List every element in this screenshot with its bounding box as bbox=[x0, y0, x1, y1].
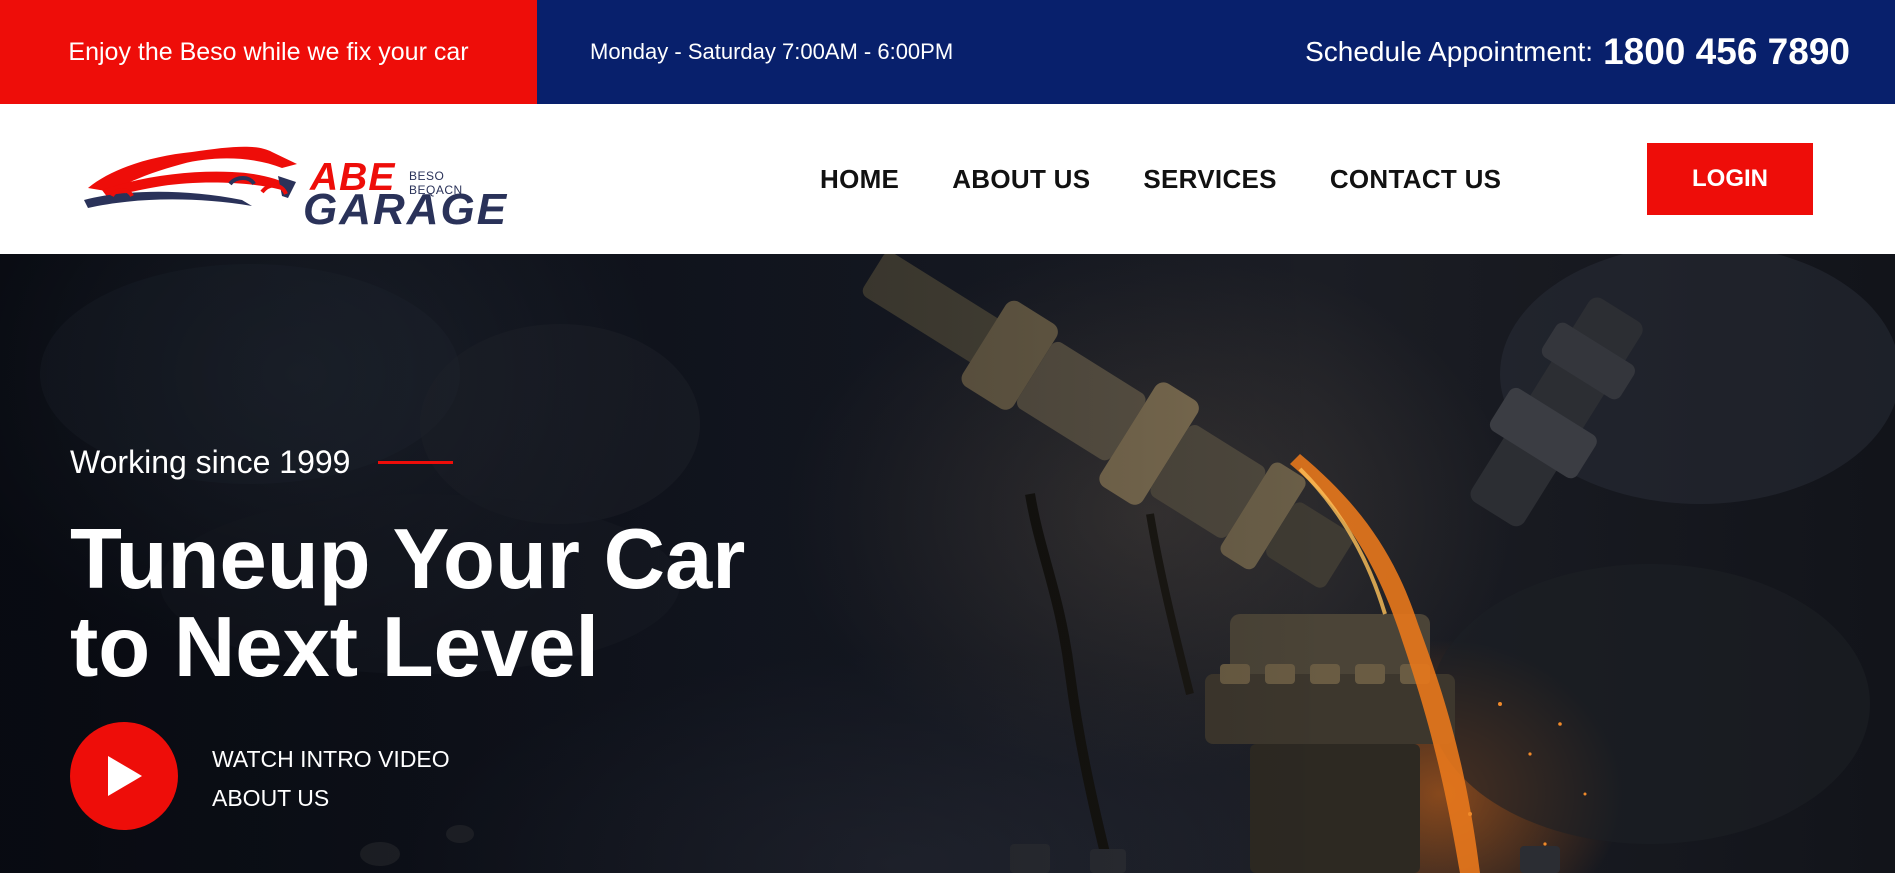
hero-title: Tuneup Your Car to Next Level bbox=[70, 516, 970, 692]
nav-home[interactable]: HOME bbox=[820, 164, 899, 195]
business-hours: Monday - Saturday 7:00AM - 6:00PM bbox=[590, 39, 954, 64]
tagline-accent-line bbox=[378, 461, 454, 464]
promo-text: Enjoy the Beso while we fix your car bbox=[68, 37, 469, 66]
site-header: ABE BESO BEQACN GARAGE HOME ABOUT US SER… bbox=[0, 104, 1895, 254]
hero-tagline: Working since 1999 bbox=[70, 444, 351, 480]
logo-garage-text: GARAGE bbox=[303, 185, 509, 234]
schedule-appointment: Schedule Appointment: 1800 456 7890 bbox=[1305, 0, 1850, 104]
hero-tagline-row: Working since 1999 bbox=[70, 444, 454, 481]
play-icon bbox=[108, 756, 142, 796]
video-label-line-2: ABOUT US bbox=[212, 785, 330, 811]
top-bar: Enjoy the Beso while we fix your car Mon… bbox=[0, 0, 1895, 104]
hero-title-line-1: Tuneup Your Car bbox=[70, 512, 746, 607]
nav-services[interactable]: SERVICES bbox=[1143, 164, 1276, 195]
watch-intro-video-link[interactable]: WATCH INTRO VIDEO ABOUT US bbox=[212, 740, 450, 818]
nav-contact-us[interactable]: CONTACT US bbox=[1330, 164, 1502, 195]
topbar-info: Monday - Saturday 7:00AM - 6:00PM Schedu… bbox=[537, 0, 1895, 104]
main-nav: HOME ABOUT US SERVICES CONTACT US bbox=[820, 104, 1501, 254]
promo-banner: Enjoy the Beso while we fix your car bbox=[0, 0, 537, 104]
car-logo-icon bbox=[84, 146, 297, 208]
phone-number-link[interactable]: 1800 456 7890 bbox=[1603, 31, 1850, 73]
site-logo[interactable]: ABE BESO BEQACN GARAGE bbox=[82, 138, 506, 234]
hero-section: Working since 1999 Tuneup Your Car to Ne… bbox=[0, 254, 1895, 873]
hero-title-line-2: to Next Level bbox=[70, 600, 600, 695]
nav-about-us[interactable]: ABOUT US bbox=[952, 164, 1090, 195]
schedule-label: Schedule Appointment: bbox=[1305, 36, 1594, 67]
login-button[interactable]: LOGIN bbox=[1647, 143, 1813, 215]
video-label-line-1: WATCH INTRO VIDEO bbox=[212, 746, 450, 772]
play-video-button[interactable] bbox=[70, 722, 178, 830]
